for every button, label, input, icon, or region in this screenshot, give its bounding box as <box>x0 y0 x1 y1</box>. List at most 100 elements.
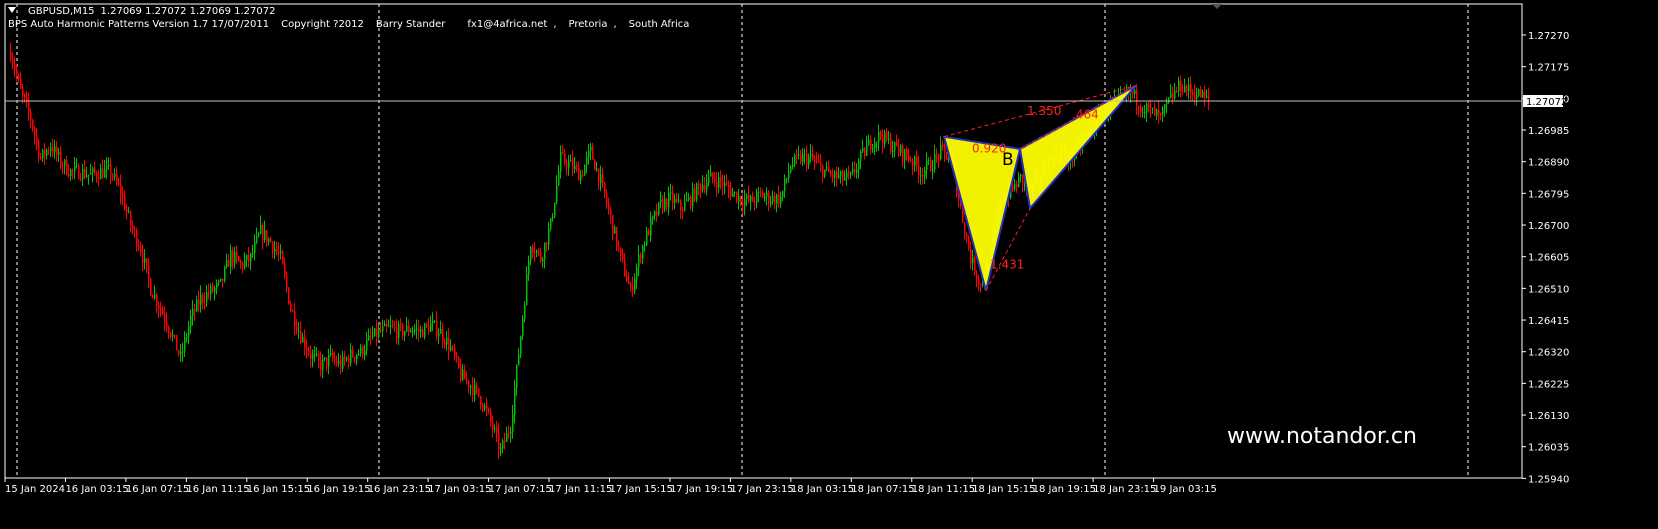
x-tick-label: 18 Jan 07:15 <box>851 484 914 495</box>
candle <box>736 191 738 204</box>
candle <box>850 171 852 179</box>
candle <box>560 145 562 179</box>
candle <box>120 174 122 205</box>
candle <box>160 301 162 318</box>
candle <box>1188 77 1190 100</box>
candle <box>252 244 254 259</box>
candle <box>124 189 126 211</box>
candle <box>938 153 940 169</box>
candle <box>654 210 656 221</box>
candle <box>324 357 326 362</box>
candle <box>852 161 854 176</box>
candle <box>918 156 920 184</box>
candle <box>568 154 570 176</box>
candle <box>398 320 400 345</box>
candle <box>696 182 698 203</box>
candle <box>526 266 528 306</box>
candle <box>586 151 588 174</box>
candle <box>474 377 476 402</box>
candle <box>436 311 438 341</box>
quote-label: 1.27069 1.27072 1.27069 1.27072 <box>100 6 276 17</box>
candle <box>818 153 820 164</box>
candle <box>1134 87 1136 99</box>
candle <box>56 141 58 162</box>
candle <box>550 217 552 232</box>
candle <box>292 309 294 313</box>
candle <box>296 318 298 335</box>
candle <box>640 252 642 264</box>
candle <box>412 326 414 338</box>
candle <box>370 328 372 346</box>
candle <box>806 145 808 172</box>
candle <box>798 145 800 160</box>
x-tick-label: 17 Jan 15:15 <box>610 484 673 495</box>
candle <box>878 124 880 151</box>
candle <box>312 349 314 368</box>
candle <box>710 165 712 177</box>
candle <box>968 235 970 251</box>
candle <box>408 319 410 337</box>
collapse-triangle-icon[interactable] <box>8 7 16 13</box>
candle <box>1178 76 1180 97</box>
candle <box>518 348 520 366</box>
candle <box>352 345 354 358</box>
candle <box>926 152 928 180</box>
candle <box>462 364 464 382</box>
x-tick-label: 18 Jan 15:15 <box>972 484 1035 495</box>
candle <box>242 261 244 274</box>
candle <box>978 274 980 292</box>
candle <box>1144 105 1146 119</box>
candle <box>240 259 242 270</box>
candle <box>842 169 844 186</box>
candle <box>194 303 196 321</box>
candle <box>914 155 916 172</box>
candle <box>102 159 104 179</box>
candle <box>870 135 872 155</box>
candle <box>964 221 966 240</box>
candle <box>190 309 192 334</box>
candle <box>702 175 704 193</box>
candle <box>450 339 452 352</box>
candle <box>98 169 100 187</box>
candle <box>154 285 156 301</box>
candle <box>712 172 714 184</box>
candle <box>204 292 206 310</box>
candle <box>360 343 362 357</box>
candle <box>284 257 286 280</box>
candle <box>1180 75 1182 98</box>
candle <box>582 169 584 178</box>
candle <box>168 325 170 339</box>
candle <box>334 351 336 366</box>
candle <box>26 90 28 108</box>
candle <box>1164 103 1166 117</box>
candle <box>722 174 724 196</box>
candle <box>648 228 650 236</box>
candle <box>574 157 576 174</box>
candle <box>896 134 898 147</box>
candle <box>40 152 42 161</box>
candle <box>192 300 194 326</box>
candle <box>422 326 424 338</box>
candle <box>484 402 486 412</box>
candle <box>1020 173 1022 183</box>
candle <box>552 213 554 222</box>
candle <box>838 167 840 180</box>
candle <box>494 424 496 433</box>
candle <box>680 199 682 219</box>
candle <box>262 222 264 250</box>
candle <box>392 319 394 329</box>
candle <box>470 384 472 396</box>
candle <box>520 335 522 359</box>
candle <box>558 165 560 187</box>
candle <box>464 364 466 380</box>
candle <box>438 328 440 345</box>
candle <box>532 244 534 259</box>
candle <box>246 254 248 268</box>
candle <box>970 241 972 269</box>
y-tick-label: 1.27175 <box>1528 63 1569 74</box>
candle <box>770 196 772 208</box>
candle <box>628 272 630 285</box>
candle <box>884 129 886 149</box>
candle <box>444 337 446 349</box>
candle <box>430 315 432 332</box>
